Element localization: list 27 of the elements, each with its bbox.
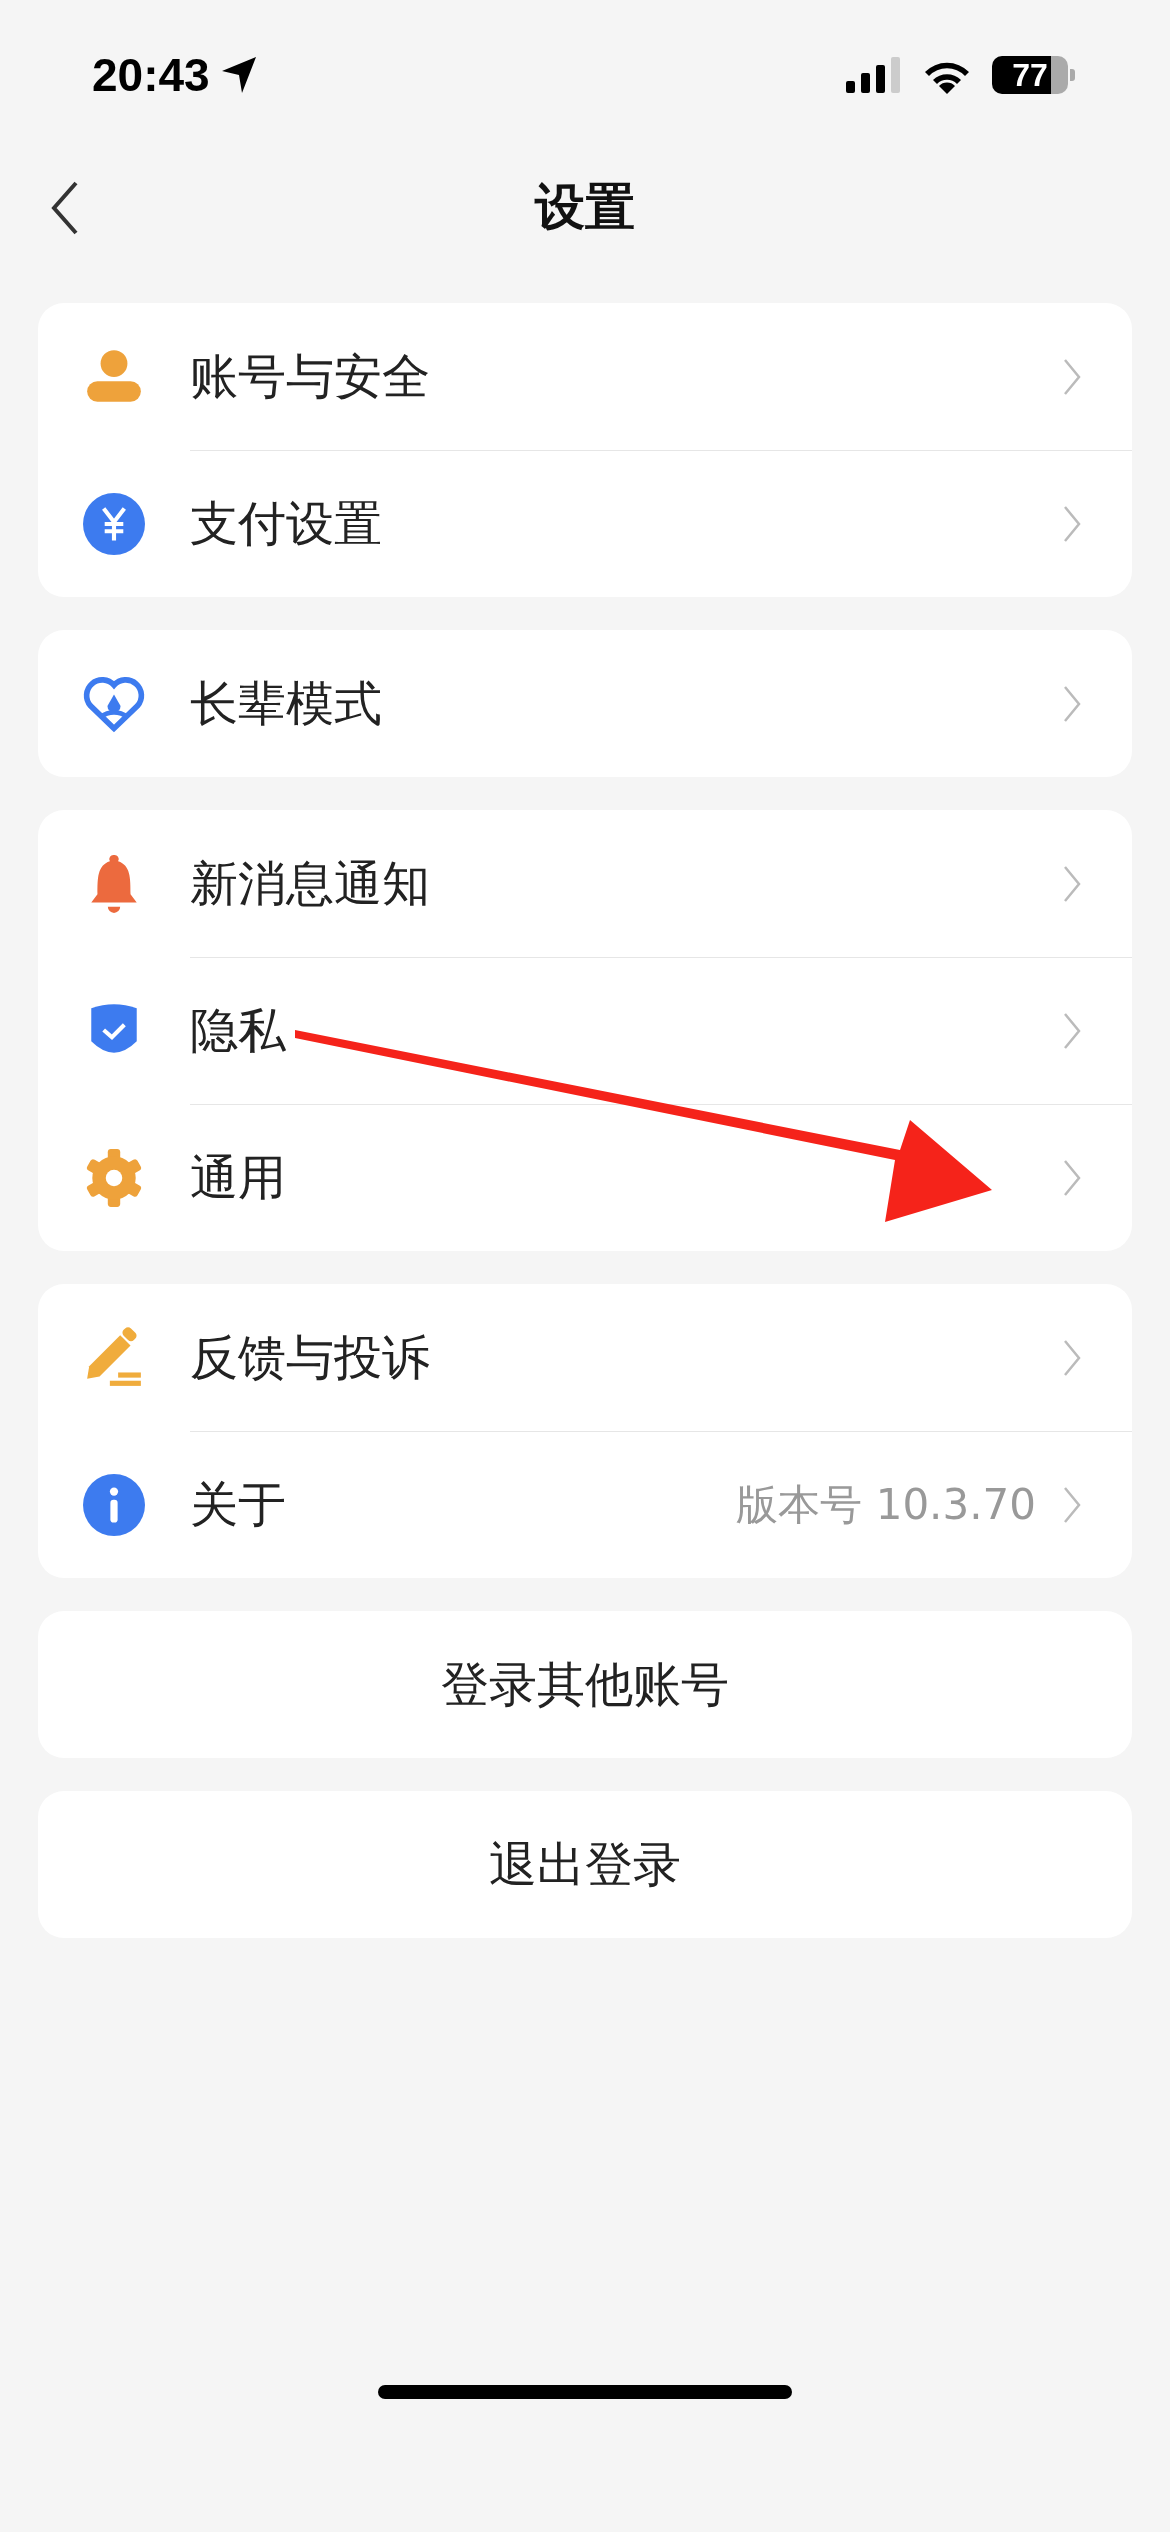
row-label: 长辈模式 [190, 673, 383, 733]
info-icon [83, 1473, 145, 1536]
row-label: 新消息通知 [190, 853, 431, 913]
chevron-icon [1062, 1011, 1082, 1051]
switch-account-button[interactable]: 登录其他账号 [38, 1611, 1132, 1758]
row-label: 支付设置 [190, 494, 383, 553]
signal-icon [846, 57, 902, 93]
settings-row[interactable]: 支付设置 [38, 450, 1132, 597]
chevron-icon [1062, 504, 1082, 544]
back-icon[interactable] [50, 180, 80, 236]
settings-row[interactable]: 账号与安全 [38, 303, 1132, 450]
row-label: 反馈与投诉 [190, 1327, 431, 1387]
settings-row[interactable]: 长辈模式 [38, 630, 1132, 777]
logout-button[interactable]: 退出登录 [38, 1791, 1132, 1938]
settings-row[interactable]: 关于 版本号 10.3.70 [38, 1431, 1132, 1578]
settings-row[interactable]: 反馈与投诉 [38, 1284, 1132, 1431]
row-label: 关于 [190, 1475, 287, 1534]
settings-row[interactable]: 新消息通知 [38, 810, 1132, 957]
row-label: 通用 [190, 1148, 287, 1207]
yen-coin-icon [83, 492, 145, 555]
row-label: 隐私 [190, 1001, 287, 1060]
version-text: 版本号 10.3.70 [736, 1479, 1036, 1531]
row-label: 账号与安全 [190, 346, 431, 406]
status-time: 20:43 [92, 48, 210, 102]
chevron-icon [1062, 1485, 1082, 1525]
page-title: 设置 [535, 177, 635, 238]
chevron-icon [1062, 1158, 1082, 1198]
